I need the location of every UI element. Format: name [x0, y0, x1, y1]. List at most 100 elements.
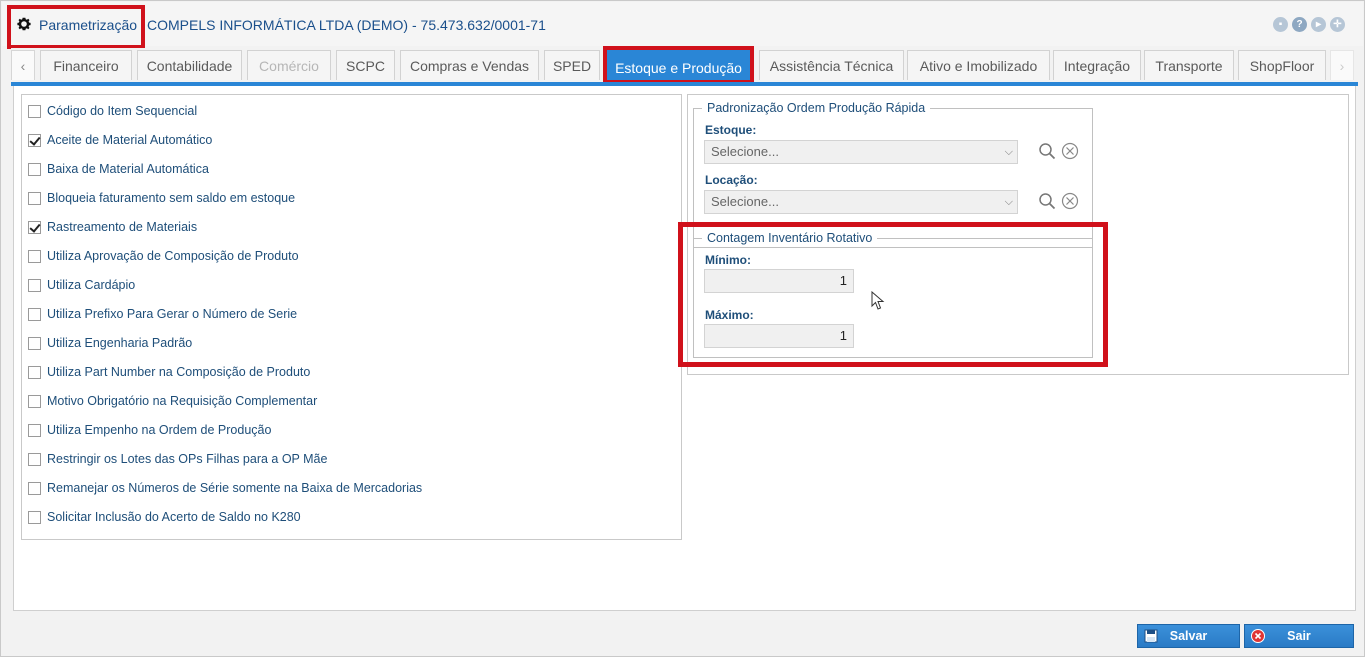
footer: Salvar Sair — [2, 617, 1363, 655]
title-bar: Parametrização COMPELS INFORMÁTICA LTDA … — [2, 2, 1363, 49]
close-icon — [1251, 629, 1265, 643]
option-label: Rastreamento de Materiais — [47, 220, 198, 234]
option-row[interactable]: Código do Item Sequencial — [28, 102, 197, 120]
settings-panel: Padronização Ordem Produção Rápida Estoq… — [687, 94, 1349, 375]
floppy-icon — [1144, 629, 1158, 643]
option-label: Motivo Obrigatório na Requisição Complem… — [47, 394, 318, 408]
tab-shopfloor[interactable]: ShopFloor — [1238, 50, 1326, 80]
option-label: Baixa de Material Automática — [47, 162, 209, 176]
checkbox[interactable] — [28, 104, 41, 118]
option-row[interactable]: Restringir os Lotes das OPs Filhas para … — [28, 450, 327, 468]
chevron-down-icon[interactable]: ⌵ — [1005, 191, 1013, 213]
option-label: Solicitar Inclusão do Acerto de Saldo no… — [47, 510, 301, 524]
tab-content: Código do Item Sequencial Aceite de Mater… — [13, 86, 1356, 611]
option-label: Bloqueia faturamento sem saldo em estoqu… — [47, 191, 296, 205]
compass-icon[interactable]: ✛ — [1330, 17, 1345, 32]
play-icon[interactable]: ▸ — [1311, 17, 1326, 32]
option-label: Utiliza Aprovação de Composição de Produ… — [47, 249, 299, 263]
option-row[interactable]: Rastreamento de Materiais — [28, 218, 197, 236]
checkbox[interactable] — [28, 336, 41, 350]
search-icon[interactable] — [1038, 142, 1056, 160]
checkbox[interactable] — [28, 307, 41, 321]
checkbox[interactable] — [28, 394, 41, 408]
tab-contabilidade[interactable]: Contabilidade — [137, 50, 242, 80]
save-button[interactable]: Salvar — [1137, 624, 1240, 648]
option-label: Utiliza Cardápio — [47, 278, 136, 292]
option-row[interactable]: Utiliza Prefixo Para Gerar o Número de S… — [28, 305, 297, 323]
clear-icon[interactable] — [1061, 192, 1079, 210]
help-icon[interactable]: ? — [1292, 17, 1307, 32]
option-row[interactable]: Motivo Obrigatório na Requisição Complem… — [28, 392, 317, 410]
estoque-label: Estoque: — [705, 123, 757, 137]
option-label: Aceite de Material Automático — [47, 133, 213, 147]
locacao-select-value: Selecione... — [711, 194, 779, 209]
tab-integracao[interactable]: Integração — [1053, 50, 1141, 80]
tab-assistencia-tecnica[interactable]: Assistência Técnica — [759, 50, 904, 80]
option-row[interactable]: Utiliza Empenho na Ordem de Produção — [28, 421, 271, 439]
tab-financeiro[interactable]: Financeiro — [40, 50, 132, 80]
gear-icon — [17, 17, 31, 31]
producao-rapida-legend: Padronização Ordem Produção Rápida — [702, 101, 931, 115]
option-label: Código do Item Sequencial — [47, 104, 198, 118]
checkbox[interactable] — [28, 510, 41, 524]
minimize-icon[interactable]: ▪ — [1273, 17, 1288, 32]
checkbox[interactable] — [28, 249, 41, 263]
tab-comercio: Comércio — [247, 50, 331, 80]
checkbox[interactable] — [28, 162, 41, 176]
tab-compras-e-vendas[interactable]: Compras e Vendas — [400, 50, 539, 80]
tab-scroll-left-icon[interactable]: ‹ — [11, 50, 35, 80]
option-row[interactable]: Solicitar Inclusão do Acerto de Saldo no… — [28, 508, 301, 526]
option-row[interactable]: Remanejar os Números de Série somente na… — [28, 479, 422, 497]
checkbox-checked[interactable] — [28, 133, 41, 147]
locacao-select[interactable]: Selecione... ⌵ — [704, 190, 1018, 214]
option-label: Utiliza Part Number na Composição de Pro… — [47, 365, 311, 379]
inventario-rotativo-group: Contagem Inventário Rotativo Mínimo: 1 M… — [693, 231, 1093, 358]
exit-button-label: Sair — [1287, 629, 1311, 643]
clear-icon[interactable] — [1061, 142, 1079, 160]
window-title: Parametrização — [39, 17, 138, 33]
mouse-cursor-icon — [871, 291, 885, 310]
checkbox[interactable] — [28, 423, 41, 437]
tab-scpc[interactable]: SCPC — [336, 50, 395, 80]
checkbox-checked[interactable] — [28, 220, 41, 234]
checkbox[interactable] — [28, 191, 41, 205]
option-label: Remanejar os Números de Série somente na… — [47, 481, 423, 495]
option-label: Restringir os Lotes das OPs Filhas para … — [47, 452, 328, 466]
option-row[interactable]: Utiliza Cardápio — [28, 276, 135, 294]
option-row[interactable]: Baixa de Material Automática — [28, 160, 209, 178]
option-label: Utiliza Empenho na Ordem de Produção — [47, 423, 272, 437]
option-label: Utiliza Engenharia Padrão — [47, 336, 193, 350]
window-controls: ▪ ? ▸ ✛ — [1273, 17, 1345, 32]
producao-rapida-group: Padronização Ordem Produção Rápida Estoq… — [693, 101, 1093, 248]
checkbox[interactable] — [28, 452, 41, 466]
estoque-select[interactable]: Selecione... ⌵ — [704, 140, 1018, 164]
chevron-down-icon[interactable]: ⌵ — [1005, 141, 1013, 163]
checkbox[interactable] — [28, 365, 41, 379]
tab-bar: ‹ Financeiro Contabilidade Comércio SCPC… — [11, 46, 1358, 84]
option-row[interactable]: Utiliza Aprovação de Composição de Produ… — [28, 247, 299, 265]
tab-ativo-e-imobilizado[interactable]: Ativo e Imobilizado — [907, 50, 1050, 80]
options-panel: Código do Item Sequencial Aceite de Mater… — [21, 94, 682, 540]
maximo-input[interactable]: 1 — [704, 324, 854, 348]
estoque-select-value: Selecione... — [711, 144, 779, 159]
locacao-label: Locação: — [705, 173, 758, 187]
tab-sped[interactable]: SPED — [544, 50, 600, 80]
inventario-legend: Contagem Inventário Rotativo — [702, 231, 878, 245]
tab-transporte[interactable]: Transporte — [1144, 50, 1234, 80]
minimo-input[interactable]: 1 — [704, 269, 854, 293]
option-row[interactable]: Bloqueia faturamento sem saldo em estoqu… — [28, 189, 295, 207]
exit-button[interactable]: Sair — [1244, 624, 1354, 648]
parametrizacao-window: Parametrização COMPELS INFORMÁTICA LTDA … — [0, 0, 1365, 657]
company-name: COMPELS INFORMÁTICA LTDA (DEMO) - 75.473… — [147, 17, 546, 33]
maximo-label: Máximo: — [705, 308, 754, 322]
option-row[interactable]: Utiliza Engenharia Padrão — [28, 334, 192, 352]
search-icon[interactable] — [1038, 192, 1056, 210]
checkbox[interactable] — [28, 481, 41, 495]
option-row[interactable]: Aceite de Material Automático — [28, 131, 212, 149]
option-row[interactable]: Utiliza Part Number na Composição de Pro… — [28, 363, 310, 381]
tab-estoque-e-producao[interactable]: Estoque e Produção — [603, 46, 754, 84]
minimo-label: Mínimo: — [705, 253, 751, 267]
checkbox[interactable] — [28, 278, 41, 292]
option-label: Utiliza Prefixo Para Gerar o Número de S… — [47, 307, 298, 321]
tab-scroll-right-icon[interactable]: › — [1330, 50, 1354, 80]
